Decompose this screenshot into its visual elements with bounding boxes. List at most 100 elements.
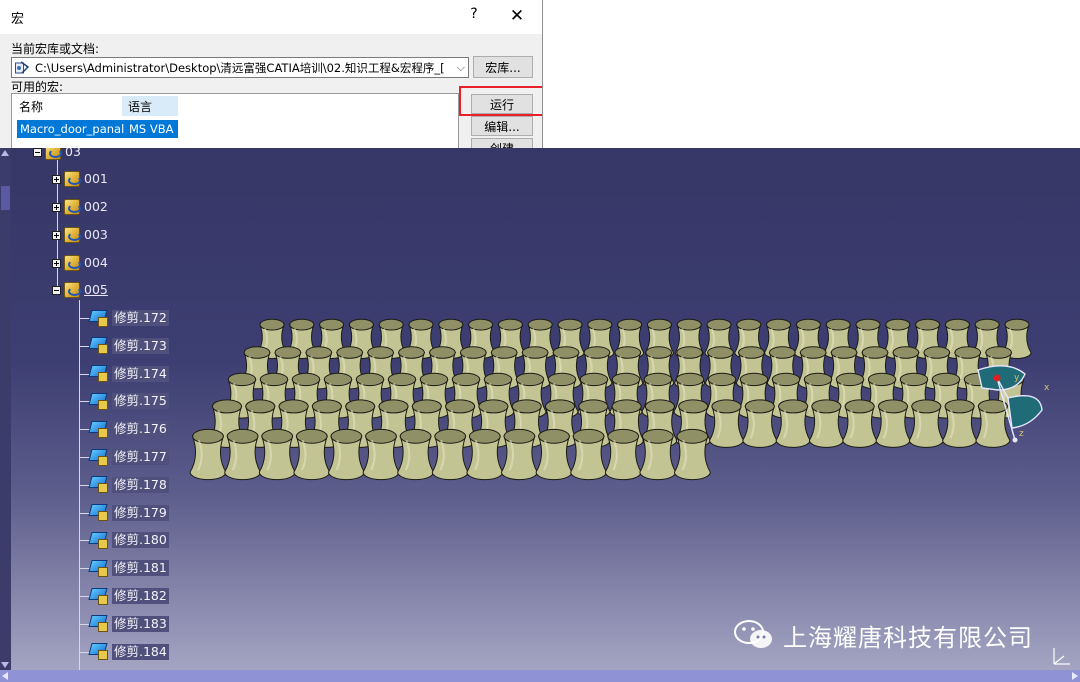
column-header-name[interactable]: 名称 bbox=[13, 96, 120, 116]
tree-node-group-003[interactable]: 003 bbox=[52, 225, 108, 245]
trim-feature-icon bbox=[88, 476, 108, 494]
tree-node-group-002[interactable]: 002 bbox=[52, 197, 108, 217]
cylinder-part[interactable] bbox=[224, 428, 262, 481]
tree-node-label: 修剪.174 bbox=[112, 365, 169, 382]
macro-list[interactable]: 名称 语言 Macro_door_panal MS VBA bbox=[11, 93, 459, 148]
scroll-up-icon[interactable] bbox=[1, 150, 9, 156]
tree-node-group-004[interactable]: 004 bbox=[52, 253, 108, 273]
edit-button[interactable]: 编辑... bbox=[471, 116, 533, 136]
trim-feature-icon bbox=[88, 392, 108, 410]
tree-node-trim[interactable]: 修剪.184 bbox=[88, 642, 169, 662]
cylinder-part[interactable] bbox=[742, 399, 778, 448]
bottom-scrollbar[interactable] bbox=[0, 670, 1080, 682]
cylinder-part[interactable] bbox=[709, 399, 744, 448]
cylinder-part[interactable] bbox=[500, 428, 538, 481]
tree-node-group-001[interactable]: 001 bbox=[52, 169, 108, 189]
expand-icon[interactable] bbox=[52, 230, 61, 240]
tree-node-label: 修剪.179 bbox=[112, 504, 169, 521]
cylinder-part[interactable] bbox=[639, 428, 677, 481]
cylinder-part[interactable] bbox=[570, 428, 608, 481]
cylinder-part[interactable] bbox=[535, 428, 573, 481]
watermark-text: 上海耀唐科技有限公司 bbox=[783, 623, 1033, 652]
macro-row[interactable]: Macro_door_panal MS VBA bbox=[17, 120, 178, 138]
tree-node-label: 修剪.183 bbox=[112, 615, 169, 632]
compass-y-label: y bbox=[1014, 373, 1020, 383]
cylinder-part[interactable] bbox=[808, 399, 844, 448]
tree-node-trim[interactable]: 修剪.173 bbox=[88, 336, 169, 356]
specification-tree[interactable]: 03 001 002 003 004 005 修剪.172 修剪.173 修剪.174 修剪.17… bbox=[0, 148, 200, 682]
chevron-down-icon[interactable]: ⌵ bbox=[457, 61, 465, 75]
cylinder-part[interactable] bbox=[673, 428, 711, 481]
tree-node-trim[interactable]: 修剪.178 bbox=[88, 475, 169, 495]
cylinder-part[interactable] bbox=[362, 428, 400, 481]
scroll-thumb[interactable] bbox=[1, 186, 10, 210]
collapse-icon[interactable] bbox=[52, 285, 61, 295]
tree-node-label: 修剪.184 bbox=[112, 643, 169, 660]
tree-node-label: 修剪.177 bbox=[112, 449, 169, 465]
column-header-language[interactable]: 语言 bbox=[122, 96, 178, 116]
cylinder-part[interactable] bbox=[775, 399, 811, 448]
dialog-title: 宏 bbox=[11, 12, 25, 27]
trim-feature-icon bbox=[88, 615, 108, 633]
cylinder-part[interactable] bbox=[258, 428, 296, 481]
expand-icon[interactable] bbox=[52, 202, 61, 212]
tree-node-trim[interactable]: 修剪.180 bbox=[88, 530, 169, 550]
tree-node-label: 005 bbox=[84, 282, 108, 297]
cylinder-part[interactable] bbox=[431, 428, 469, 481]
tree-node-trim[interactable]: 修剪.174 bbox=[88, 364, 169, 384]
trim-feature-icon bbox=[88, 531, 108, 549]
dialog-titlebar[interactable]: 宏 ? ✕ bbox=[0, 0, 542, 34]
create-button[interactable]: 创建 bbox=[471, 138, 533, 148]
tree-node-label: 修剪.178 bbox=[112, 476, 169, 493]
expand-icon[interactable] bbox=[52, 258, 61, 268]
tree-node-label: 002 bbox=[84, 199, 108, 214]
cylinder-part[interactable] bbox=[293, 428, 331, 481]
tree-node-trim[interactable]: 修剪.176 bbox=[88, 419, 169, 439]
axis-triad-icon bbox=[1053, 648, 1070, 665]
compass[interactable]: x y z bbox=[968, 358, 1058, 448]
tree-node-label: 修剪.172 bbox=[112, 310, 169, 326]
cylinder-part[interactable] bbox=[327, 428, 365, 481]
cylinder-part[interactable] bbox=[842, 399, 878, 448]
geometrical-set-icon bbox=[64, 171, 81, 187]
tree-node-label: 修剪.175 bbox=[112, 393, 169, 410]
geometrical-set-icon bbox=[45, 148, 62, 160]
3d-viewport[interactable]: 03 001 002 003 004 005 修剪.172 修剪.173 修剪.174 修剪.17… bbox=[0, 148, 1080, 682]
tree-node-trim[interactable]: 修剪.182 bbox=[88, 586, 169, 606]
geometrical-set-icon bbox=[64, 255, 81, 271]
tree-node-label: 修剪.173 bbox=[112, 337, 169, 354]
scroll-left-icon[interactable] bbox=[2, 672, 8, 680]
tree-node-trim[interactable]: 修剪.181 bbox=[88, 558, 169, 578]
help-button[interactable]: ? bbox=[464, 6, 484, 28]
tree-node-trim[interactable]: 修剪.183 bbox=[88, 614, 169, 634]
tree-node-label: 001 bbox=[84, 171, 108, 186]
tree-node-trim[interactable]: 修剪.175 bbox=[88, 391, 169, 411]
left-scrollbar[interactable] bbox=[0, 148, 11, 682]
collapse-icon[interactable] bbox=[33, 148, 42, 157]
macros-dialog: 宏 ? ✕ 当前宏库或文档: C:\Users\Administrator\De… bbox=[0, 0, 543, 148]
scroll-down-icon[interactable] bbox=[1, 662, 9, 668]
tree-node-trim[interactable]: 修剪.179 bbox=[88, 503, 169, 523]
cylinder-part[interactable] bbox=[604, 428, 642, 481]
cylinder-part[interactable] bbox=[397, 428, 435, 481]
trim-feature-icon bbox=[88, 504, 108, 522]
tree-node-label: 004 bbox=[84, 255, 108, 270]
trim-feature-icon bbox=[88, 365, 108, 383]
tree-node-group-005[interactable]: 005 bbox=[52, 280, 108, 300]
cylinder-part[interactable] bbox=[466, 428, 504, 481]
trim-feature-icon bbox=[88, 643, 108, 661]
tree-node-trim[interactable]: 修剪.177 bbox=[88, 447, 169, 467]
compass-x-label: x bbox=[1044, 383, 1050, 393]
library-select[interactable]: C:\Users\Administrator\Desktop\清远富强CATIA… bbox=[11, 57, 469, 78]
trim-feature-icon bbox=[88, 337, 108, 355]
geometrical-set-icon bbox=[64, 199, 81, 215]
cylinder-part[interactable] bbox=[875, 399, 911, 448]
cylinder-part[interactable] bbox=[908, 399, 944, 448]
macro-libraries-button[interactable]: 宏库... bbox=[473, 56, 533, 78]
tree-node-trim[interactable]: 修剪.172 bbox=[88, 308, 169, 328]
geometrical-set-icon bbox=[64, 227, 81, 243]
tree-node-label: 003 bbox=[84, 227, 108, 242]
close-button[interactable]: ✕ bbox=[506, 6, 528, 28]
expand-icon[interactable] bbox=[52, 174, 61, 184]
scroll-right-icon[interactable] bbox=[1072, 672, 1078, 680]
